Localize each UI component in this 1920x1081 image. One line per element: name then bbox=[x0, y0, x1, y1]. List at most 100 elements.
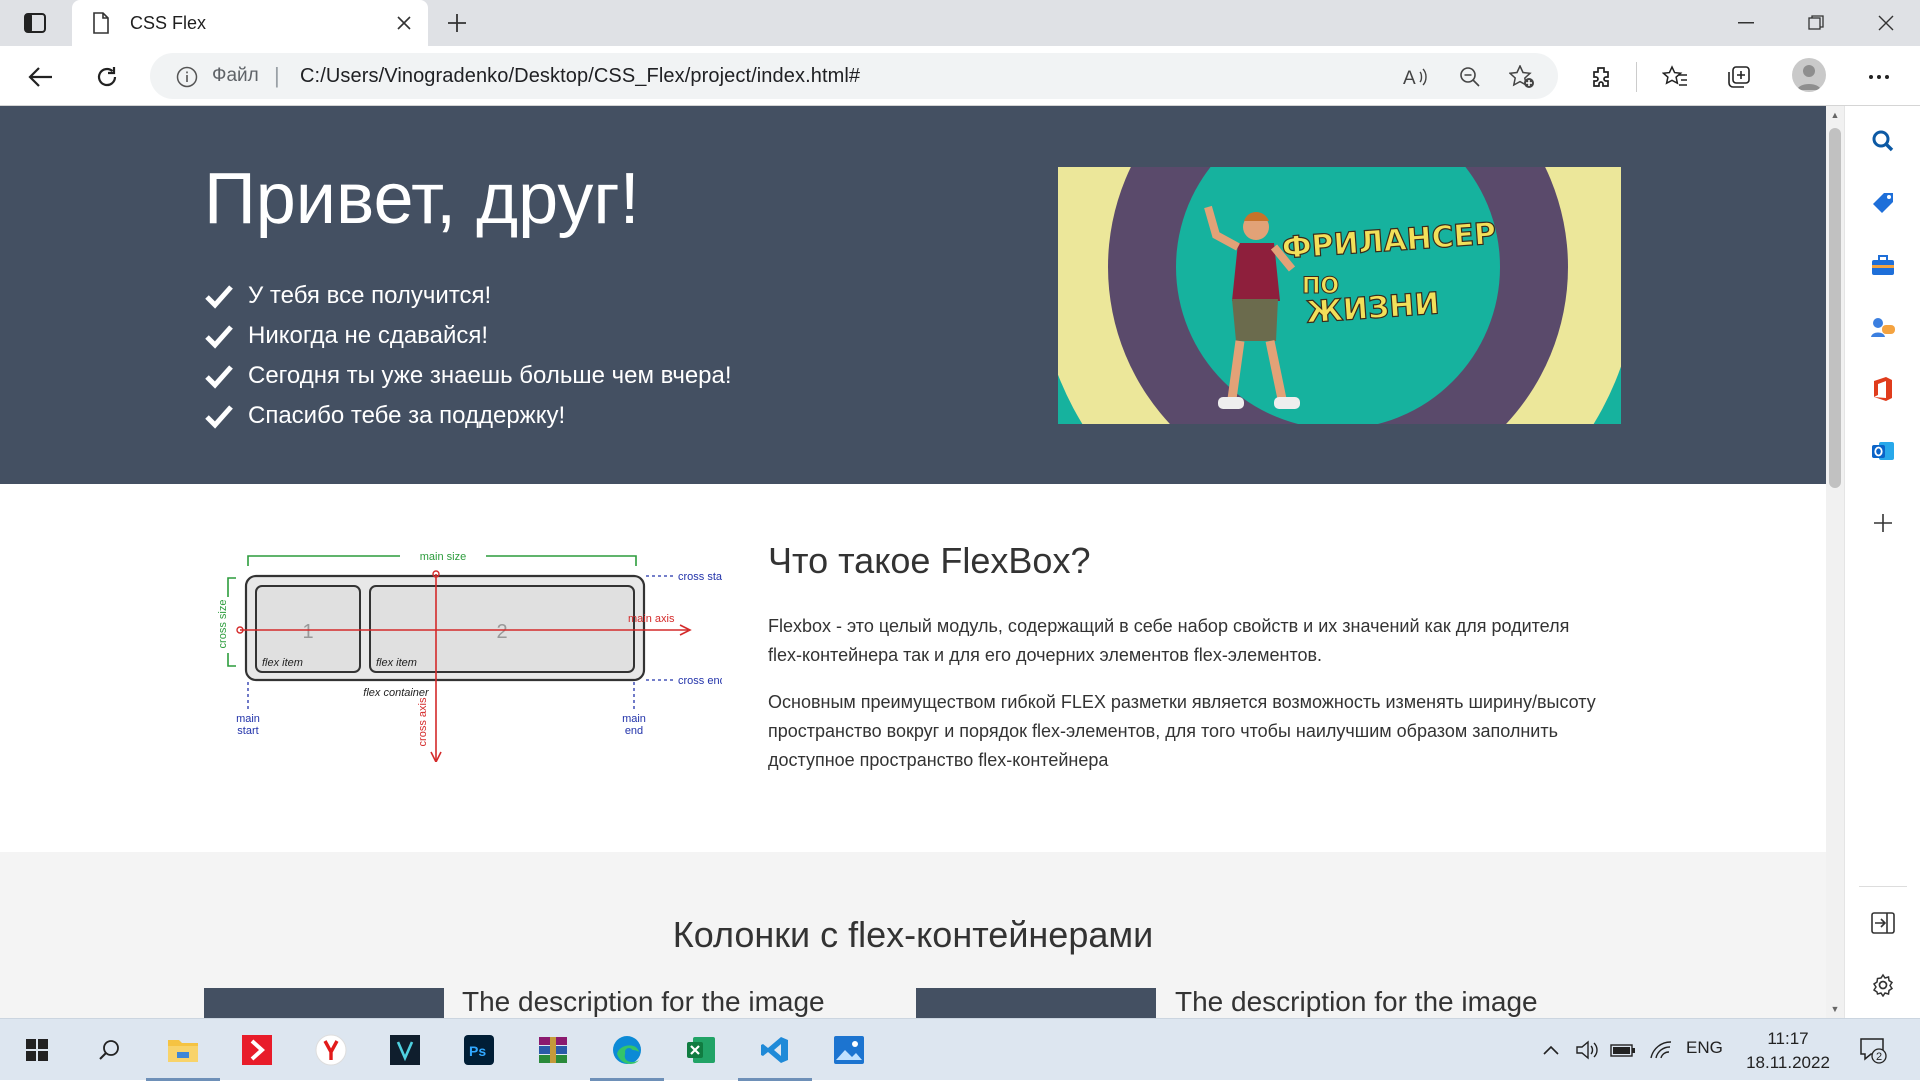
wifi-icon[interactable] bbox=[1648, 1037, 1674, 1063]
zoom-out-icon[interactable] bbox=[1456, 63, 1484, 91]
winrar-icon[interactable] bbox=[516, 1019, 590, 1081]
svg-text:flex item: flex item bbox=[262, 657, 303, 669]
restore-icon[interactable] bbox=[1788, 8, 1844, 38]
toolbar-divider bbox=[1636, 62, 1637, 92]
columns-title: Колонки с flex-контейнерами bbox=[672, 914, 1154, 955]
notifications-icon[interactable]: 2 bbox=[1858, 1035, 1888, 1065]
list-item: Сегодня ты уже знаешь больше чем вчера! bbox=[204, 356, 732, 396]
svg-text:1: 1 bbox=[302, 621, 313, 643]
label-main-start: main bbox=[236, 713, 260, 725]
svg-text:Ps: Ps bbox=[469, 1043, 486, 1059]
scroll-thumb[interactable] bbox=[1829, 128, 1841, 488]
v-app-icon[interactable] bbox=[368, 1019, 442, 1081]
more-menu-icon[interactable] bbox=[1862, 60, 1896, 94]
flexbox-paragraph-2: Основным преимуществом гибкой FLEX разме… bbox=[768, 692, 1596, 770]
settings-gear-icon[interactable] bbox=[1866, 968, 1900, 1002]
read-aloud-icon[interactable]: A bbox=[1402, 63, 1430, 91]
language-indicator[interactable]: ENG bbox=[1686, 1038, 1723, 1058]
close-tab-icon[interactable] bbox=[390, 9, 418, 37]
office-icon[interactable] bbox=[1866, 372, 1900, 406]
info-icon[interactable] bbox=[176, 66, 198, 93]
search-icon[interactable] bbox=[72, 1019, 146, 1081]
address-scheme: Файл bbox=[212, 65, 259, 86]
address-bar[interactable]: Файл | C:/Users/Vinogradenko/Desktop/CSS… bbox=[150, 53, 1558, 99]
new-tab-icon[interactable] bbox=[442, 10, 472, 36]
red-app-icon[interactable] bbox=[220, 1019, 294, 1081]
reload-icon[interactable] bbox=[90, 60, 124, 94]
collections-icon[interactable] bbox=[1722, 60, 1756, 94]
shopping-tag-icon[interactable] bbox=[1866, 186, 1900, 220]
search-icon[interactable] bbox=[1866, 124, 1900, 158]
flexbox-paragraph-1: Flexbox - это целый модуль, содержащий в… bbox=[768, 616, 1570, 665]
check-icon bbox=[205, 365, 233, 389]
list-item: У тебя все получится! bbox=[204, 276, 732, 316]
extensions-icon[interactable] bbox=[1584, 60, 1618, 94]
url-text[interactable]: C:/Users/Vinogradenko/Desktop/CSS_Flex/p… bbox=[300, 65, 860, 88]
photoshop-icon[interactable]: Ps bbox=[442, 1019, 516, 1081]
list-item-text: У тебя все получится! bbox=[248, 282, 492, 309]
excel-icon[interactable] bbox=[664, 1019, 738, 1081]
favorites-icon[interactable] bbox=[1658, 60, 1692, 94]
volume-icon[interactable] bbox=[1574, 1037, 1600, 1063]
svg-text:end: end bbox=[625, 725, 643, 737]
yandex-browser-icon[interactable] bbox=[294, 1019, 368, 1081]
sidebar-divider bbox=[1859, 886, 1907, 887]
flexbox-title: Что такое FlexBox? bbox=[768, 540, 1091, 581]
hero-section: Привет, друг! У тебя все получится! Нико… bbox=[0, 106, 1826, 484]
vscode-icon[interactable] bbox=[738, 1019, 812, 1081]
label-cross-axis: cross axis bbox=[417, 697, 429, 746]
windows-taskbar: Ps ENG 11:17 18.11.2022 2 bbox=[0, 1018, 1920, 1081]
hero-title: Привет, друг! bbox=[204, 159, 640, 239]
outlook-icon[interactable] bbox=[1866, 434, 1900, 468]
add-sidebar-app-icon[interactable] bbox=[1866, 506, 1900, 540]
label-main-size: main size bbox=[420, 551, 466, 563]
list-item-text: Сегодня ты уже знаешь больше чем вчера! bbox=[248, 362, 732, 389]
label-cross-start: cross start bbox=[678, 571, 722, 583]
svg-text:flex container: flex container bbox=[363, 687, 430, 699]
edge-browser-icon[interactable] bbox=[590, 1019, 664, 1081]
svg-text:2: 2 bbox=[496, 621, 507, 643]
tab-title: CSS Flex bbox=[130, 12, 207, 33]
card-image bbox=[204, 988, 444, 1018]
check-icon bbox=[205, 325, 233, 349]
browser-toolbar: Файл | C:/Users/Vinogradenko/Desktop/CSS… bbox=[0, 46, 1920, 106]
battery-icon[interactable] bbox=[1610, 1037, 1636, 1063]
page-viewport: Привет, друг! У тебя все получится! Нико… bbox=[0, 106, 1826, 1018]
list-item: Спасибо тебе за поддержку! bbox=[204, 396, 732, 436]
start-windows-icon[interactable] bbox=[0, 1019, 74, 1081]
notification-count: 2 bbox=[1876, 1051, 1882, 1063]
card-description: The description for the image bbox=[1175, 986, 1538, 1017]
add-favorite-icon[interactable] bbox=[1508, 63, 1536, 91]
edge-sidebar bbox=[1844, 106, 1920, 1018]
address-separator: | bbox=[274, 63, 280, 88]
show-hidden-icons-chevron-icon[interactable] bbox=[1538, 1037, 1564, 1063]
check-icon bbox=[205, 285, 233, 309]
tab-css-flex[interactable]: CSS Flex bbox=[72, 0, 428, 46]
close-window-icon[interactable] bbox=[1858, 8, 1914, 38]
hide-sidebar-icon[interactable] bbox=[1866, 906, 1900, 940]
tab-bar: CSS Flex bbox=[0, 0, 1920, 46]
profile-avatar[interactable] bbox=[1792, 58, 1826, 92]
clock[interactable]: 11:17 18.11.2022 bbox=[1740, 1027, 1836, 1075]
clock-date: 18.11.2022 bbox=[1746, 1053, 1830, 1072]
list-item-text: Спасибо тебе за поддержку! bbox=[248, 402, 566, 429]
minimize-icon[interactable] bbox=[1718, 8, 1774, 38]
tab-actions-icon[interactable] bbox=[18, 10, 52, 36]
scroll-up-arrow-icon[interactable]: ▲ bbox=[1826, 106, 1844, 124]
clock-time: 11:17 bbox=[1767, 1029, 1809, 1048]
page-icon bbox=[88, 10, 114, 36]
games-icon[interactable] bbox=[1866, 310, 1900, 344]
back-arrow-icon[interactable] bbox=[24, 60, 58, 94]
hero-list: У тебя все получится! Никогда не сдавайс… bbox=[204, 276, 732, 436]
card-description: The description for the image bbox=[462, 986, 825, 1017]
photos-app-icon[interactable] bbox=[812, 1019, 886, 1081]
columns-section: Колонки с flex-контейнерами The descript… bbox=[0, 852, 1826, 1018]
list-item: Никогда не сдавайся! bbox=[204, 316, 732, 356]
scroll-down-arrow-icon[interactable]: ▼ bbox=[1826, 1000, 1844, 1018]
flexbox-diagram: main size cross size 1 2 flex item flex … bbox=[204, 542, 729, 764]
page-scrollbar[interactable]: ▲ ▼ bbox=[1826, 106, 1844, 1018]
file-explorer-icon[interactable] bbox=[146, 1019, 220, 1081]
check-icon bbox=[205, 405, 233, 429]
label-main-axis: main axis bbox=[628, 613, 675, 625]
tools-icon[interactable] bbox=[1866, 248, 1900, 282]
